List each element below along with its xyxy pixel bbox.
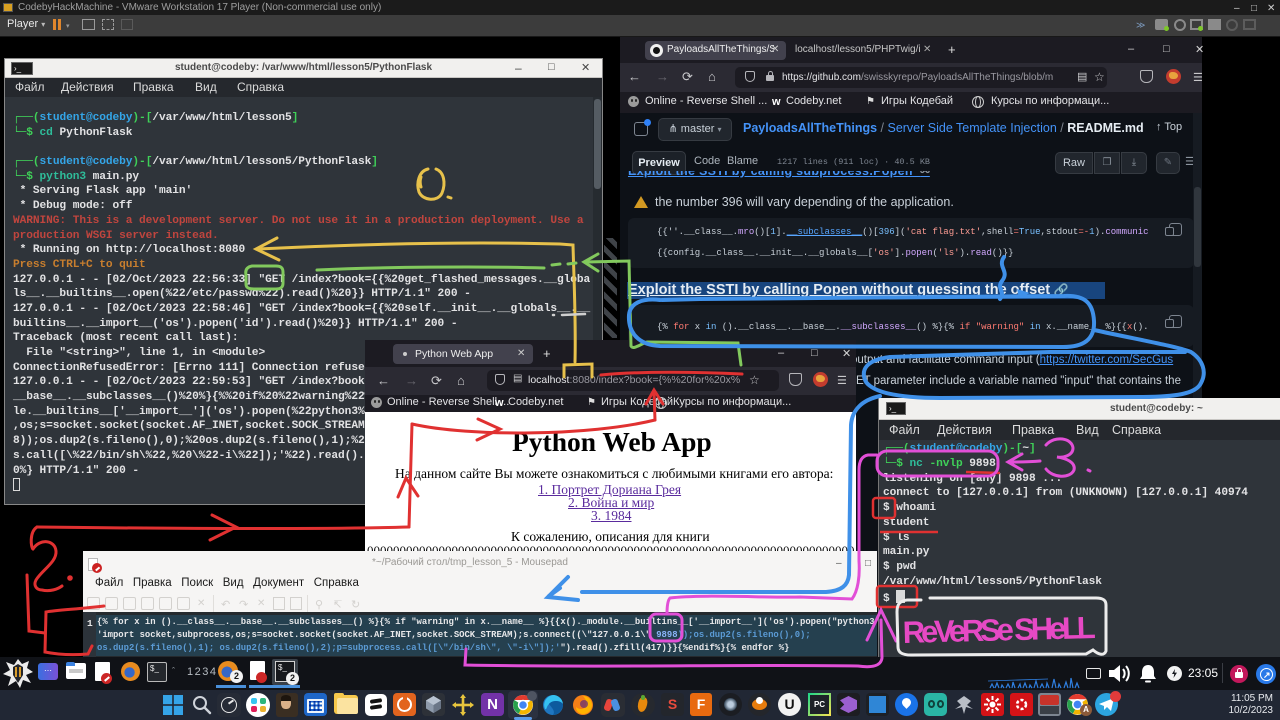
svg-text:ReVeRSe SHeLL: ReVeRSe SHeLL [902,610,1096,650]
